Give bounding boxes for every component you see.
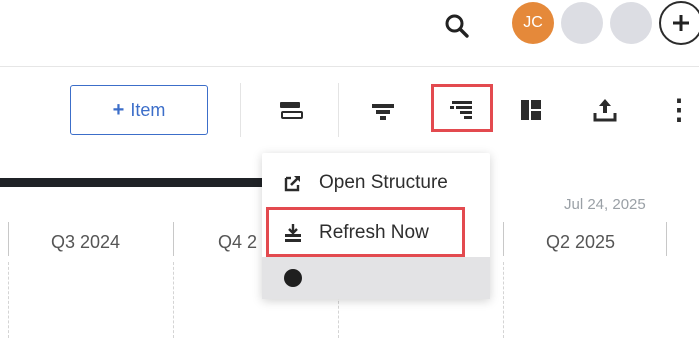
toolbar-divider <box>338 83 339 137</box>
plus-label: + <box>112 98 125 121</box>
refresh-download-icon <box>283 223 303 243</box>
quarter-label: Q3 2024 <box>51 232 121 252</box>
open-external-icon <box>283 173 303 193</box>
add-item-label: Item <box>130 99 166 120</box>
avatar[interactable] <box>610 2 652 44</box>
avatar[interactable] <box>561 2 603 44</box>
grid-line <box>8 262 9 338</box>
menu-footer <box>262 257 490 299</box>
gantt-bar[interactable] <box>0 178 290 187</box>
quarter-divider <box>8 222 9 256</box>
gantt-bar-icon <box>280 102 303 119</box>
grid-line <box>173 262 174 338</box>
quarter-divider <box>666 222 667 256</box>
quarter-divider <box>503 222 504 256</box>
avatar-initials: JC <box>523 14 543 31</box>
filter-button[interactable] <box>366 93 400 127</box>
export-icon <box>593 99 617 122</box>
quarter-label: Q2 2025 <box>546 232 616 252</box>
more-icon: ⋮ <box>665 94 693 125</box>
filter-icon <box>372 104 394 120</box>
search-button[interactable] <box>441 10 473 42</box>
menu-item-label: Open Structure <box>319 172 448 193</box>
add-member-button[interactable] <box>659 1 699 45</box>
plus-icon <box>673 15 689 31</box>
top-bar: JC <box>0 0 699 66</box>
menu-item-refresh-now[interactable]: Refresh Now <box>262 207 490 259</box>
date-marker-label: Jul 24, 2025 <box>564 196 646 213</box>
toolbar: + Item ⋮ <box>0 66 699 150</box>
grid-line <box>503 262 504 338</box>
menu-item-open-structure[interactable]: Open Structure <box>262 157 490 209</box>
gantt-bar-button[interactable] <box>274 93 308 127</box>
structure-button-highlight <box>431 84 493 132</box>
more-button[interactable]: ⋮ <box>664 93 694 127</box>
quarter-label: Q4 2 <box>218 232 258 252</box>
columns-icon <box>521 100 541 120</box>
menu-item-label: Refresh Now <box>319 222 429 243</box>
toolbar-divider <box>240 83 241 137</box>
search-icon <box>445 14 469 38</box>
export-button[interactable] <box>588 93 622 127</box>
quarter-divider <box>173 222 174 256</box>
columns-button[interactable] <box>514 93 548 127</box>
avatar-jc[interactable]: JC <box>512 2 554 44</box>
status-dot[interactable] <box>284 269 302 287</box>
add-item-button[interactable]: + Item <box>70 85 208 135</box>
structure-dropdown-menu: Open Structure Refresh Now <box>262 153 490 299</box>
